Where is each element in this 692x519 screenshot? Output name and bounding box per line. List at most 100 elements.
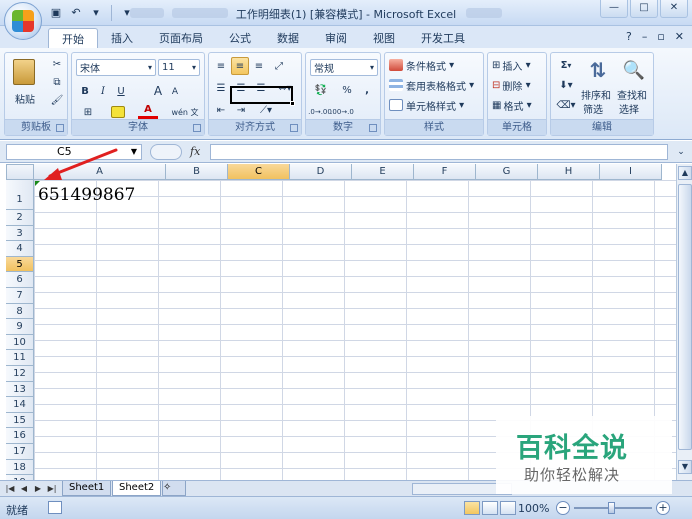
orientation-icon[interactable]: ⟋▾ xyxy=(253,103,279,117)
formula-insert-slider[interactable] xyxy=(150,144,182,160)
fill-handle[interactable] xyxy=(290,101,295,106)
zoom-in-icon[interactable]: + xyxy=(656,501,670,515)
row-header-18[interactable]: 18 xyxy=(6,459,34,476)
help-icon[interactable]: ? xyxy=(626,30,632,43)
select-all-corner[interactable] xyxy=(6,164,34,180)
format-painter-icon[interactable]: 🖌 xyxy=(49,93,65,107)
tab-0[interactable]: 开始 xyxy=(48,28,98,48)
sheet-tab-sheet2[interactable]: Sheet2 xyxy=(112,481,162,496)
maximize-button[interactable]: □ xyxy=(630,0,658,18)
last-sheet-icon[interactable]: ▶| xyxy=(46,482,58,495)
clipboard-launcher-icon[interactable] xyxy=(56,124,64,132)
scroll-up-icon[interactable]: ▲ xyxy=(678,166,692,180)
italic-button[interactable]: I xyxy=(96,83,110,99)
prev-sheet-icon[interactable]: ◀ xyxy=(18,482,30,495)
row-header-14[interactable]: 14 xyxy=(6,397,34,413)
alignment-launcher-icon[interactable] xyxy=(290,124,298,132)
sheet-tab-sheet1[interactable]: Sheet1 xyxy=(62,481,112,496)
page-layout-view-icon[interactable] xyxy=(482,501,498,515)
row-header-6[interactable]: 6 xyxy=(6,272,34,288)
currency-icon[interactable]: 💱 xyxy=(310,83,332,97)
paste-button[interactable] xyxy=(11,57,37,87)
conditional-format-button[interactable]: 条件格式 ▾ xyxy=(389,57,481,73)
phonetic-button[interactable]: wén 文 xyxy=(170,105,200,119)
underline-button[interactable]: U xyxy=(114,83,128,99)
column-header-b[interactable]: B xyxy=(166,164,228,180)
row-header-4[interactable]: 4 xyxy=(6,241,34,257)
row-header-3[interactable]: 3 xyxy=(6,225,34,242)
align-top-icon[interactable]: ≡ xyxy=(213,59,229,73)
insert-sheet-icon[interactable]: ✧ xyxy=(162,481,186,496)
format-as-table-button[interactable]: 套用表格格式 ▾ xyxy=(389,77,483,93)
row-header-16[interactable]: 16 xyxy=(6,428,34,444)
delete-cells-button[interactable]: ⊟ 删除 ▾ xyxy=(492,77,546,93)
row-header-2[interactable]: 2 xyxy=(6,210,34,226)
column-header-g[interactable]: G xyxy=(476,164,538,180)
tab-4[interactable]: 数据 xyxy=(264,28,312,48)
number-launcher-icon[interactable] xyxy=(369,124,377,132)
font-size-select[interactable]: 11 ▾ xyxy=(158,59,200,76)
first-sheet-icon[interactable]: |◀ xyxy=(4,482,16,495)
tab-2[interactable]: 页面布局 xyxy=(146,28,216,48)
active-cell-c5[interactable] xyxy=(230,86,293,104)
tab-7[interactable]: 开发工具 xyxy=(408,28,478,48)
zoom-out-icon[interactable]: − xyxy=(556,501,570,515)
number-format-select[interactable]: 常规 ▾ xyxy=(310,59,378,76)
zoom-level[interactable]: 100% xyxy=(518,502,549,515)
copy-icon[interactable]: ⧉ xyxy=(49,75,65,89)
macro-record-icon[interactable] xyxy=(48,501,62,514)
tab-3[interactable]: 公式 xyxy=(216,28,264,48)
zoom-slider-thumb[interactable] xyxy=(608,502,615,514)
scroll-down-icon[interactable]: ▼ xyxy=(678,460,692,474)
formula-input[interactable] xyxy=(210,144,668,160)
column-header-f[interactable]: F xyxy=(414,164,476,180)
minimize-button[interactable]: — xyxy=(600,0,628,18)
row-header-17[interactable]: 17 xyxy=(6,444,34,460)
align-bottom-icon[interactable]: ≡ xyxy=(251,59,267,73)
percent-button[interactable]: % xyxy=(340,83,354,97)
row-header-5[interactable]: 5 xyxy=(6,256,34,273)
row-header-9[interactable]: 9 xyxy=(6,319,34,335)
increase-decimal-icon[interactable]: .0→.00 xyxy=(308,105,332,119)
grow-font-button[interactable]: A xyxy=(150,83,166,99)
row-header-13[interactable]: 13 xyxy=(6,381,34,398)
shrink-font-button[interactable]: A xyxy=(168,85,182,99)
next-sheet-icon[interactable]: ▶ xyxy=(32,482,44,495)
increase-indent-icon[interactable]: ⇥ xyxy=(233,103,249,117)
expand-formula-icon[interactable]: ⌄ xyxy=(674,144,688,160)
bold-button[interactable]: B xyxy=(78,83,92,99)
tab-1[interactable]: 插入 xyxy=(98,28,146,48)
normal-view-icon[interactable] xyxy=(464,501,480,515)
row-header-1[interactable]: 1 xyxy=(6,180,34,210)
ribbon-restore-icon[interactable]: ▫ xyxy=(657,30,664,43)
row-header-8[interactable]: 8 xyxy=(6,303,34,320)
column-header-c[interactable]: C xyxy=(228,164,290,180)
decrease-indent-icon[interactable]: ⇤ xyxy=(213,103,229,117)
align-middle-icon[interactable]: ≡ xyxy=(231,57,249,75)
row-header-15[interactable]: 15 xyxy=(6,412,34,429)
ribbon-close-icon[interactable]: ✕ xyxy=(675,30,684,43)
vertical-scrollbar[interactable]: ▲ ▼ xyxy=(676,164,692,480)
sort-filter-icon[interactable]: ⇅ xyxy=(585,57,611,83)
decrease-decimal-icon[interactable]: .00→.0 xyxy=(330,105,354,119)
fill-color-icon[interactable] xyxy=(108,105,128,119)
column-header-i[interactable]: I xyxy=(600,164,662,180)
font-color-icon[interactable]: A xyxy=(138,103,158,119)
tab-5[interactable]: 审阅 xyxy=(312,28,360,48)
close-button[interactable]: ✕ xyxy=(660,0,688,18)
clear-icon[interactable]: ⌫▾ xyxy=(555,97,577,113)
borders-icon[interactable]: ⊞ xyxy=(78,105,98,119)
vertical-scroll-thumb[interactable] xyxy=(678,184,692,450)
align-left-icon[interactable]: ☰ xyxy=(213,81,229,95)
column-header-e[interactable]: E xyxy=(352,164,414,180)
insert-cells-button[interactable]: ⊞ 插入 ▾ xyxy=(492,57,546,73)
row-header-10[interactable]: 10 xyxy=(6,334,34,351)
column-header-d[interactable]: D xyxy=(290,164,352,180)
page-break-view-icon[interactable] xyxy=(500,501,516,515)
font-launcher-icon[interactable] xyxy=(193,124,201,132)
comma-button[interactable]: , xyxy=(360,83,374,97)
cut-icon[interactable]: ✂ xyxy=(49,57,65,71)
autosum-button[interactable]: Σ ▾ xyxy=(555,57,577,73)
font-name-select[interactable]: 宋体 ▾ xyxy=(76,59,156,76)
row-header-12[interactable]: 12 xyxy=(6,366,34,382)
